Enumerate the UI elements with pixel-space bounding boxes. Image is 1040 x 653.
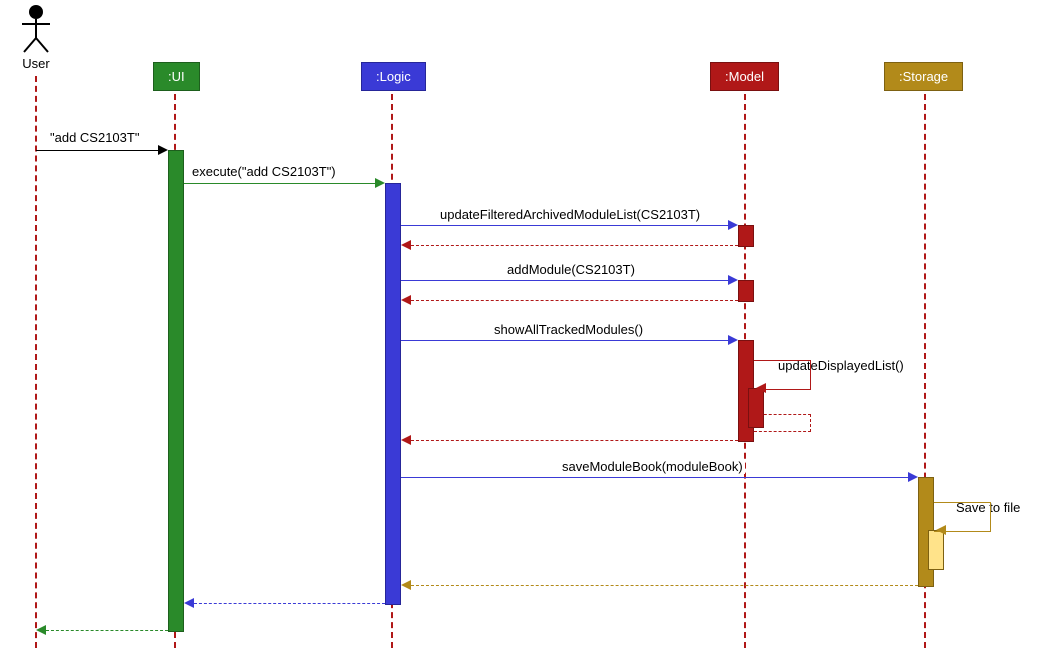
msg-label-show-all: showAllTrackedModules() [492,322,645,337]
msg-label-add-command: "add CS2103T" [48,130,141,145]
activation-model-2 [738,280,754,302]
return-model-to-logic-1 [411,245,738,246]
activation-logic [385,183,401,605]
msg-ui-to-logic [184,183,377,184]
arrowhead-icon [36,625,46,635]
actor-user-label: User [14,56,58,71]
arrowhead-icon [401,295,411,305]
msg-logic-to-model-3 [401,340,730,341]
lifeline-head-model: :Model [710,62,779,91]
arrowhead-icon [158,145,168,155]
lifeline-head-storage: :Storage [884,62,963,91]
msg-label-save-modulebook: saveModuleBook(moduleBook) [560,459,745,474]
return-model-to-logic-3 [411,440,738,441]
arrowhead-icon [401,580,411,590]
activation-model-1 [738,225,754,247]
arrowhead-icon [375,178,385,188]
return-logic-to-ui [194,603,385,604]
msg-logic-to-storage [401,477,910,478]
arrowhead-icon [401,240,411,250]
sequence-diagram: User :UI :Logic :Model :Storage "add CS2… [0,0,1040,653]
return-model-self [754,414,811,432]
arrowhead-icon [908,472,918,482]
person-icon [16,4,56,54]
arrowhead-icon [728,220,738,230]
msg-logic-to-model-2 [401,280,730,281]
arrowhead-icon [936,525,946,535]
msg-user-to-ui [36,150,160,151]
actor-user: User [14,4,58,71]
activation-storage-self [928,530,944,570]
msg-label-update-filtered: updateFilteredArchivedModuleList(CS2103T… [438,207,702,222]
arrowhead-icon [184,598,194,608]
arrowhead-icon [728,275,738,285]
arrowhead-icon [728,335,738,345]
activation-ui [168,150,184,632]
return-ui-to-user [46,630,168,631]
return-model-to-logic-2 [411,300,738,301]
msg-label-add-module: addModule(CS2103T) [505,262,637,277]
lifeline-head-logic: :Logic [361,62,426,91]
msg-label-execute: execute("add CS2103T") [190,164,338,179]
lifeline-user [35,76,37,648]
lifeline-head-ui: :UI [153,62,200,91]
arrowhead-icon [401,435,411,445]
arrowhead-icon [756,383,766,393]
return-storage-to-logic [411,585,918,586]
msg-logic-to-model-1 [401,225,730,226]
